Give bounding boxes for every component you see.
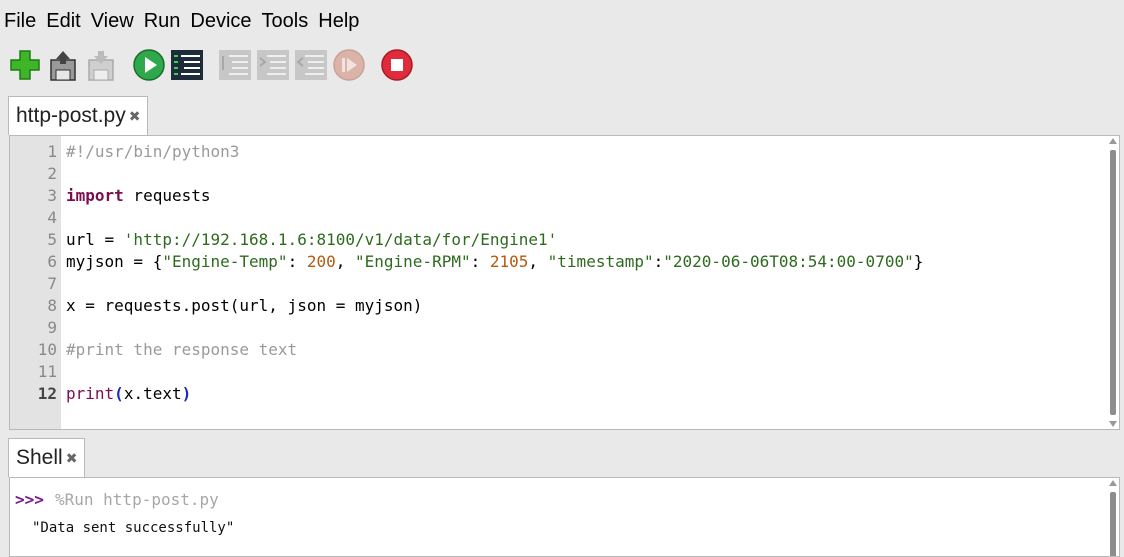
debug-icon [171,50,203,80]
code-text: x.text [123,384,182,403]
paren-close: ) [181,384,192,403]
run-button[interactable] [132,48,166,82]
step-into-button[interactable] [256,48,290,82]
menu-device[interactable]: Device [186,10,251,33]
plus-icon [10,50,40,80]
save-icon [88,51,114,81]
code-line-6: myjson = {"Engine-Temp": 200, "Engine-RP… [66,251,923,273]
menu-view[interactable]: View [87,10,134,33]
code-text: myjson = { [66,252,163,271]
code-line-10: #print the response text [66,339,297,361]
keyword: import [66,186,124,205]
menu-edit[interactable]: Edit [42,10,80,33]
line-number: 11 [37,362,57,381]
line-number: 9 [47,318,57,337]
line-number: 6 [47,252,57,271]
code-line-3: import requests [66,185,211,207]
number-literal: 2105 [489,252,529,271]
step-over-button[interactable] [218,48,252,82]
line-number: 3 [47,186,57,205]
code-line-12: print(x.text) [66,383,191,405]
scrollbar-thumb[interactable] [1110,150,1116,415]
step-out-button[interactable] [294,48,328,82]
line-number-gutter: 1 2 3 4 5 6 7 8 9 10 11 12 [10,136,61,429]
code-text: : [470,252,490,271]
code-text: , [335,252,355,271]
menu-file[interactable]: File [0,10,36,33]
line-number: 7 [47,274,57,293]
code-text: : [287,252,307,271]
string-literal: 'http://192.168.1.6:8100/v1/data/for/Eng… [123,230,558,249]
code-editor[interactable]: 1 2 3 4 5 6 7 8 9 10 11 12 #!/usr/bin/py… [9,135,1120,430]
menu-tools[interactable]: Tools [258,10,309,33]
tab-title: http-post.py [16,104,126,127]
close-icon[interactable]: ✖ [129,108,141,125]
load-button[interactable] [46,48,80,82]
code-text: } [913,252,924,271]
debug-button[interactable] [170,48,204,82]
string-literal: "timestamp" [547,252,654,271]
shell-console[interactable]: >>> %Run http-post.py "Data sent success… [9,477,1120,557]
shell-prompt: >>> [15,490,44,509]
string-literal: "2020-06-06T08:54:00-0700" [663,252,914,271]
scroll-up-arrow-icon[interactable] [1109,480,1117,486]
menu-bar: File Edit View Run Device Tools Help [0,0,1124,42]
paren-open: ( [114,384,124,403]
shell-output: "Data sent successfully" [32,520,235,536]
tab-http-post[interactable]: http-post.py ✖ [8,96,148,135]
shell-command: %Run http-post.py [55,490,219,509]
play-icon [133,49,165,81]
code-text: url = [66,230,124,249]
menu-run[interactable]: Run [140,10,181,33]
line-number: 10 [37,340,57,359]
toolbar [0,44,1124,88]
scrollbar-thumb[interactable] [1110,492,1116,556]
step-out-icon [295,50,327,80]
code-line-5: url = 'http://192.168.1.6:8100/v1/data/f… [66,229,557,251]
line-number: 1 [47,142,57,161]
string-literal: "Engine-Temp" [162,252,288,271]
code-line-8: x = requests.post(url, json = myjson) [66,295,422,317]
scroll-up-arrow-icon[interactable] [1109,138,1117,144]
code-text: : [653,252,664,271]
menu-help[interactable]: Help [314,10,359,33]
step-into-icon [257,50,289,80]
new-file-button[interactable] [8,48,42,82]
scroll-down-arrow-icon[interactable] [1109,421,1117,427]
line-number-current: 12 [37,384,57,403]
code-line-1: #!/usr/bin/python3 [66,141,239,163]
line-number: 4 [47,208,57,227]
resume-icon [333,49,365,81]
stop-icon [381,49,413,81]
save-button[interactable] [84,48,118,82]
load-icon [50,51,76,81]
code-text: , [528,252,548,271]
code-text: x = requests.post(url, json = myjson) [66,296,423,315]
comment: #print the response text [66,340,298,359]
editor-scrollbar[interactable] [1109,138,1117,427]
number-literal: 200 [306,252,336,271]
code-text: requests [123,186,211,205]
resume-button[interactable] [332,48,366,82]
line-number: 2 [47,164,57,183]
tab-title: Shell [16,446,63,469]
line-number: 8 [47,296,57,315]
step-over-icon [219,50,251,80]
close-icon[interactable]: ✖ [66,450,78,467]
tab-shell[interactable]: Shell ✖ [8,438,85,477]
shell-scrollbar[interactable] [1109,480,1117,556]
comment: #!/usr/bin/python3 [66,142,240,161]
stop-button[interactable] [380,48,414,82]
builtin-function: print [66,384,115,403]
string-literal: "Engine-RPM" [355,252,471,271]
line-number: 5 [47,230,57,249]
